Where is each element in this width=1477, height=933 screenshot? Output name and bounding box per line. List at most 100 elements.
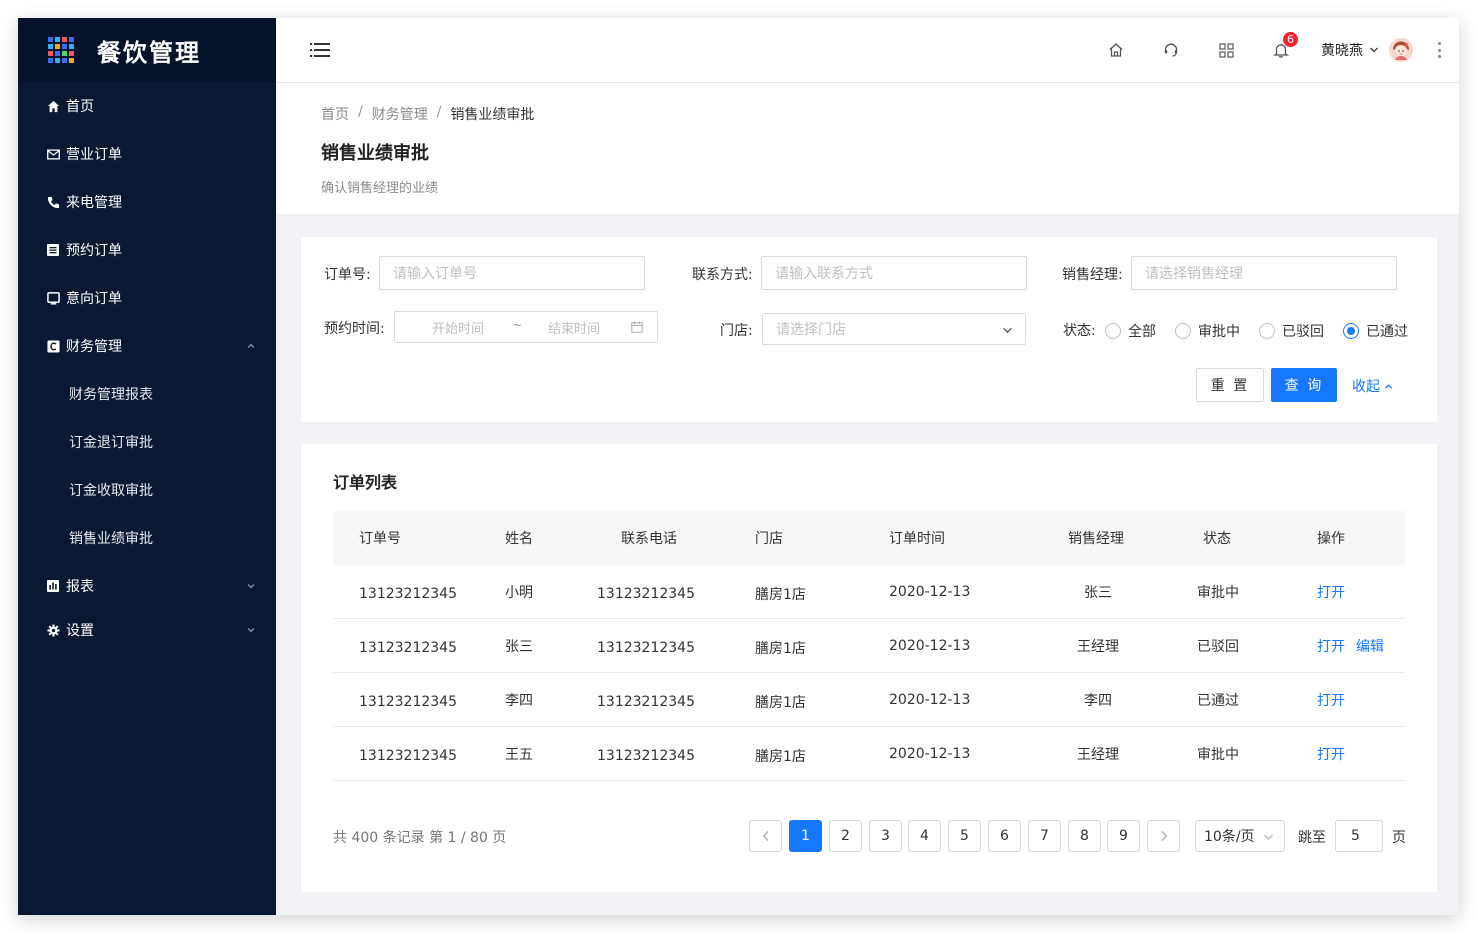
sidebar-item-deposit-collect-approval[interactable]: 订金收取审批 — [18, 466, 276, 514]
page-button-4[interactable]: 4 — [908, 820, 941, 852]
status-label: 状态: — [1063, 323, 1096, 339]
bell-icon[interactable]: 6 — [1272, 31, 1299, 59]
sidebar-item-intent-orders[interactable]: 意向订单 — [18, 274, 276, 322]
table-card: 订单列表 订单号 姓名 联系电话 门店 订单时间 销售经理 状态 操作 1312… — [301, 444, 1437, 892]
more-options-icon[interactable] — [1437, 42, 1441, 58]
avatar[interactable] — [1389, 38, 1413, 62]
page-button-9[interactable]: 9 — [1107, 820, 1140, 852]
cell-manager: 张三 — [1084, 585, 1112, 601]
end-time-input[interactable]: 结束时间 — [548, 318, 600, 337]
open-link[interactable]: 打开 — [1317, 636, 1345, 656]
apps-grid-icon[interactable] — [1217, 41, 1235, 59]
sidebar-item-booking-orders[interactable]: 预约订单 — [18, 226, 276, 274]
start-time-input[interactable]: 开始时间 — [432, 318, 484, 337]
chevron-up-icon — [247, 343, 255, 348]
sidebar: 餐饮管理 首页 营业订单 来电管理 预约订单 意向订单 财务管理 财务管理报表 … — [18, 18, 276, 915]
radio-circle — [1175, 323, 1191, 339]
page-button-1[interactable]: 1 — [789, 820, 822, 852]
cell-name: 王五 — [505, 747, 533, 763]
column-header: 联系电话 — [621, 531, 677, 547]
chevron-right-icon — [1161, 831, 1167, 841]
cell-name: 张三 — [505, 639, 533, 655]
breadcrumb-current: 销售业绩审批 — [450, 107, 535, 123]
table-row: 13123212345 李四 13123212345 膳房1店 2020-12-… — [333, 673, 1405, 727]
cell-order-no: 13123212345 — [359, 694, 457, 710]
next-page-button[interactable] — [1147, 820, 1180, 852]
contact-input[interactable]: 请输入联系方式 — [761, 256, 1027, 290]
store-select[interactable]: 请选择门店 — [762, 313, 1026, 345]
order-no-label: 订单号: — [324, 267, 371, 283]
sidebar-item-label: 首页 — [66, 99, 94, 115]
status-radio-pending[interactable]: 审批中 — [1175, 321, 1240, 341]
sidebar-item-settings[interactable]: 设置 — [18, 610, 276, 650]
cell-phone: 13123212345 — [597, 586, 695, 602]
page-button-6[interactable]: 6 — [988, 820, 1021, 852]
cell-name: 小明 — [505, 585, 533, 601]
chevron-down-icon — [1264, 834, 1273, 840]
user-menu[interactable]: 黄晓燕 — [1321, 38, 1413, 62]
status-radio-all[interactable]: 全部 — [1105, 321, 1156, 341]
edit-link[interactable]: 编辑 — [1356, 636, 1384, 656]
cell-store: 膳房1店 — [755, 749, 806, 765]
page-size-value: 10条/页 — [1204, 829, 1255, 845]
sidebar-item-finance[interactable]: 财务管理 — [18, 322, 276, 370]
sidebar-item-reports[interactable]: 报表 — [18, 562, 276, 610]
cell-store: 膳房1店 — [755, 641, 806, 657]
sidebar-item-business-orders[interactable]: 营业订单 — [18, 130, 276, 178]
table-row: 13123212345 张三 13123212345 膳房1店 2020-12-… — [333, 619, 1405, 673]
cell-store: 膳房1店 — [755, 695, 806, 711]
column-header: 销售经理 — [1068, 531, 1124, 547]
open-link[interactable]: 打开 — [1317, 690, 1345, 710]
filter-card: 订单号: 请输入订单号 联系方式: 请输入联系方式 销售经理: 请选择销售经理 … — [301, 237, 1437, 422]
breadcrumb-finance[interactable]: 财务管理 — [372, 104, 428, 124]
page-button-7[interactable]: 7 — [1028, 820, 1061, 852]
radio-label: 审批中 — [1198, 324, 1240, 340]
status-radio-approved[interactable]: 已通过 — [1343, 321, 1408, 341]
sidebar-item-finance-report[interactable]: 财务管理报表 — [18, 370, 276, 418]
breadcrumb-home[interactable]: 首页 — [321, 104, 349, 124]
chevron-down-icon — [1003, 327, 1012, 334]
manager-select[interactable]: 请选择销售经理 — [1131, 256, 1397, 290]
page-title: 销售业绩审批 — [321, 143, 429, 164]
chevron-down-icon — [1370, 47, 1378, 53]
date-range-picker[interactable]: 开始时间 ~ 结束时间 — [394, 311, 658, 343]
page-button-8[interactable]: 8 — [1068, 820, 1101, 852]
radio-circle — [1343, 323, 1359, 339]
sidebar-item-home[interactable]: 首页 — [18, 82, 276, 130]
menu-toggle-icon[interactable] — [310, 42, 330, 58]
column-header: 订单号 — [359, 531, 401, 547]
headset-icon[interactable] — [1162, 41, 1180, 59]
collapse-button[interactable]: 收起 — [1352, 376, 1393, 396]
home-icon[interactable] — [1107, 41, 1125, 59]
manager-label: 销售经理: — [1062, 267, 1123, 283]
radio-circle — [1259, 323, 1275, 339]
sidebar-item-deposit-refund-approval[interactable]: 订金退订审批 — [18, 418, 276, 466]
page-button-5[interactable]: 5 — [948, 820, 981, 852]
reset-button[interactable]: 重 置 — [1196, 368, 1264, 402]
page-size-select[interactable]: 10条/页 — [1195, 820, 1285, 852]
page-button-2[interactable]: 2 — [829, 820, 862, 852]
breadcrumb: 首页 / 财务管理 / 销售业绩审批 — [321, 104, 534, 124]
calendar-icon — [631, 321, 643, 333]
page-button-3[interactable]: 3 — [869, 820, 902, 852]
sidebar-item-label: 报表 — [66, 579, 94, 595]
open-link[interactable]: 打开 — [1317, 582, 1345, 602]
column-header: 姓名 — [505, 531, 533, 547]
status-radio-rejected[interactable]: 已驳回 — [1259, 321, 1324, 341]
order-no-input[interactable]: 请输入订单号 — [379, 256, 645, 290]
open-link[interactable]: 打开 — [1317, 744, 1345, 764]
prev-page-button[interactable] — [749, 820, 782, 852]
cell-status: 审批中 — [1197, 585, 1239, 601]
cell-phone: 13123212345 — [597, 640, 695, 656]
store-placeholder: 请选择门店 — [776, 322, 846, 338]
sidebar-item-calls[interactable]: 来电管理 — [18, 178, 276, 226]
jump-page-input[interactable]: 5 — [1335, 820, 1383, 852]
chevron-up-icon — [1384, 383, 1393, 389]
cell-status: 已驳回 — [1197, 639, 1239, 655]
page-description: 确认销售经理的业绩 — [321, 181, 439, 196]
sidebar-item-label: 营业订单 — [66, 147, 122, 163]
search-button[interactable]: 查 询 — [1271, 368, 1337, 402]
notification-badge: 6 — [1282, 31, 1299, 48]
sidebar-item-sales-approval[interactable]: 销售业绩审批 — [18, 514, 276, 562]
cell-time: 2020-12-13 — [889, 692, 971, 708]
